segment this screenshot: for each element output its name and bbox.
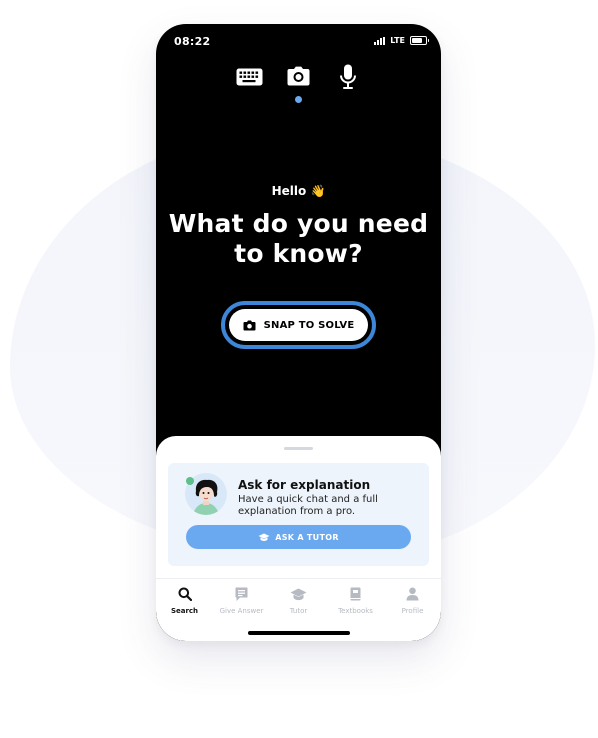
snap-to-solve-focus-ring: SNAP TO SOLVE: [221, 301, 376, 349]
input-mode-bar: [156, 64, 441, 94]
nav-label-profile: Profile: [401, 607, 424, 615]
nav-label-search: Search: [170, 607, 199, 615]
battery-icon: [410, 36, 429, 45]
greeting-text: Hello 👋: [271, 184, 326, 198]
answer-icon: [235, 587, 248, 601]
microphone-icon[interactable]: [339, 64, 357, 94]
book-icon: [350, 587, 361, 601]
status-time: 08:22: [174, 35, 211, 48]
ask-a-tutor-label: ASK A TUTOR: [275, 532, 339, 542]
nav-item-give-answer[interactable]: Give Answer: [213, 582, 270, 624]
nav-item-profile[interactable]: Profile: [384, 582, 441, 624]
bottom-nav: Search Give Answer Tutor Textbooks Profi…: [156, 582, 441, 624]
profile-icon: [406, 587, 419, 601]
snap-to-solve-label: SNAP TO SOLVE: [263, 319, 355, 331]
nav-label-give-answer: Give Answer: [219, 607, 264, 615]
search-icon: [178, 587, 192, 601]
card-description: Have a quick chat and a full explanation…: [238, 494, 378, 517]
ask-a-tutor-button[interactable]: ASK A TUTOR: [186, 525, 411, 549]
nav-label-tutor: Tutor: [289, 607, 308, 615]
network-label: LTE: [390, 36, 405, 45]
signal-icon: [374, 36, 386, 45]
active-mode-indicator: [295, 96, 302, 103]
camera-icon: [243, 320, 256, 330]
status-indicators: LTE: [374, 36, 429, 45]
sheet-handle[interactable]: [284, 447, 313, 450]
graduation-cap-icon: [290, 588, 307, 600]
nav-divider: [156, 578, 441, 579]
snap-to-solve-button[interactable]: SNAP TO SOLVE: [229, 309, 368, 341]
camera-icon[interactable]: [287, 66, 310, 90]
nav-item-textbooks[interactable]: Textbooks: [327, 582, 384, 624]
online-dot: [186, 477, 194, 485]
card-title: Ask for explanation: [238, 478, 371, 492]
home-indicator[interactable]: [248, 631, 350, 635]
nav-item-search[interactable]: Search: [156, 582, 213, 624]
keyboard-icon[interactable]: [236, 68, 263, 90]
graduation-cap-icon: [258, 533, 270, 541]
page-headline: What do you need to know?: [168, 209, 429, 268]
nav-label-textbooks: Textbooks: [338, 607, 373, 615]
bottom-sheet: Ask for explanation Have a quick chat an…: [156, 436, 441, 641]
phone-frame: 08:22 LTE Hello 👋 What do you need to kn…: [156, 24, 441, 641]
explanation-card: Ask for explanation Have a quick chat an…: [168, 463, 429, 566]
nav-item-tutor[interactable]: Tutor: [270, 582, 327, 624]
